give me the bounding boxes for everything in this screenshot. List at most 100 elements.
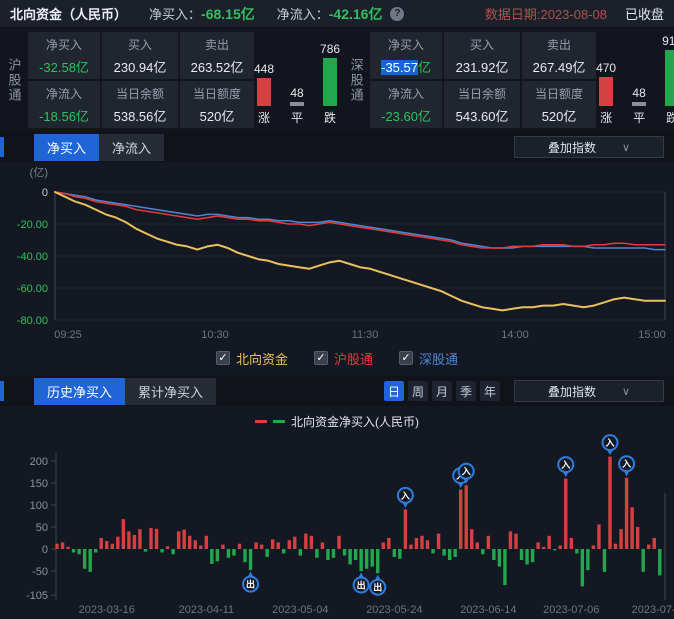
up-bar bbox=[257, 78, 271, 106]
shen-panel: 深股通 净买入 -35.57亿 买入 231.92亿 卖出 267.49亿 净流… bbox=[342, 28, 674, 132]
svg-text:150: 150 bbox=[30, 478, 48, 490]
shen-net-flow-cell: 净流入 -23.60亿 bbox=[370, 81, 442, 128]
cell-value: 538.56亿 bbox=[114, 106, 167, 125]
help-icon[interactable]: ? bbox=[390, 7, 404, 21]
bar-legend-label: 北向资金净买入(人民币) bbox=[291, 413, 419, 430]
overlay-index-select[interactable]: 叠加指数 ∨ bbox=[514, 136, 664, 158]
svg-text:200: 200 bbox=[30, 456, 48, 468]
up-label: 涨 bbox=[600, 109, 612, 126]
hu-quota-cell: 当日额度 520亿 bbox=[180, 81, 254, 128]
period-year[interactable]: 年 bbox=[480, 381, 500, 401]
series-legend: ✓ 北向资金 ✓ 沪股通 ✓ 深股通 bbox=[0, 344, 674, 372]
cell-value: -32.58亿 bbox=[39, 57, 89, 76]
shen-balance-cell: 当日余额 543.60亿 bbox=[444, 81, 520, 128]
svg-text:(亿): (亿) bbox=[30, 166, 48, 179]
svg-text:2023-07-06: 2023-07-06 bbox=[543, 604, 599, 616]
legend-label: 北向资金 bbox=[236, 349, 288, 368]
flat-count: 48 bbox=[290, 86, 303, 100]
down-column: 910 跌 bbox=[662, 34, 674, 126]
legend-shen[interactable]: ✓ 深股通 bbox=[399, 349, 458, 368]
flat-label: 平 bbox=[633, 109, 645, 126]
flat-label: 平 bbox=[291, 109, 303, 126]
legend-label: 深股通 bbox=[419, 349, 458, 368]
up-column: 470 涨 bbox=[596, 61, 616, 126]
overlay-index-select[interactable]: 叠加指数 ∨ bbox=[514, 380, 664, 402]
hu-grid: 净买入 -32.58亿 买入 230.94亿 卖出 263.52亿 净流入 -1… bbox=[28, 32, 254, 128]
down-bar bbox=[665, 50, 674, 106]
svg-text:入: 入 bbox=[560, 460, 570, 470]
tab-cumulative-net-buy[interactable]: 累计净买入 bbox=[125, 378, 216, 405]
svg-text:出: 出 bbox=[357, 580, 366, 591]
intraday-line-chart: (亿)0-20.00-40.00-60.00-80.0009:2510:3011… bbox=[0, 162, 674, 344]
hu-net-buy-cell: 净买入 -32.58亿 bbox=[28, 32, 100, 79]
svg-text:09:25: 09:25 bbox=[54, 329, 82, 341]
svg-text:2023-05-24: 2023-05-24 bbox=[366, 604, 422, 616]
tab-net-buy[interactable]: 净买入 bbox=[34, 134, 99, 161]
cell-label: 买入 bbox=[470, 36, 494, 53]
shen-net-buy-cell: 净买入 -35.57亿 bbox=[370, 32, 442, 79]
svg-text:入: 入 bbox=[604, 438, 614, 448]
svg-text:50: 50 bbox=[36, 522, 48, 534]
svg-text:2023-03-16: 2023-03-16 bbox=[79, 604, 135, 616]
checkbox-checked-icon[interactable]: ✓ bbox=[399, 351, 413, 365]
period-month[interactable]: 月 bbox=[432, 381, 452, 401]
cell-label: 当日额度 bbox=[535, 85, 583, 102]
tab-history-net-buy[interactable]: 历史净买入 bbox=[34, 378, 125, 405]
cell-value: 267.49亿 bbox=[533, 57, 586, 76]
cell-value: 231.92亿 bbox=[456, 57, 509, 76]
flat-column: 48 平 bbox=[290, 86, 304, 126]
hu-net-flow-cell: 净流入 -18.56亿 bbox=[28, 81, 100, 128]
svg-text:2023-06-14: 2023-06-14 bbox=[460, 604, 516, 616]
unit: 亿 bbox=[418, 60, 431, 75]
cell-label: 净买入 bbox=[46, 36, 82, 53]
svg-text:-50: -50 bbox=[32, 566, 48, 578]
svg-text:2023-05-04: 2023-05-04 bbox=[272, 604, 328, 616]
period-day[interactable]: 日 bbox=[384, 381, 404, 401]
chevron-down-icon: ∨ bbox=[622, 141, 630, 154]
net-flow-value: -42.16亿 bbox=[329, 4, 383, 24]
shen-grid: 净买入 -35.57亿 买入 231.92亿 卖出 267.49亿 净流入 -2… bbox=[370, 32, 596, 128]
history-tab-bar: 历史净买入 累计净买入 日 周 月 季 年 叠加指数 ∨ bbox=[0, 376, 674, 406]
checkbox-checked-icon[interactable]: ✓ bbox=[314, 351, 328, 365]
legend-hu[interactable]: ✓ 沪股通 bbox=[314, 349, 373, 368]
cell-label: 净流入 bbox=[46, 85, 82, 102]
svg-text:-40.00: -40.00 bbox=[17, 251, 48, 263]
cell-label: 卖出 bbox=[547, 36, 571, 53]
svg-text:14:00: 14:00 bbox=[501, 329, 529, 341]
svg-text:0: 0 bbox=[42, 544, 48, 556]
tab-net-flow[interactable]: 净流入 bbox=[99, 134, 164, 161]
net-buy-value: -68.15亿 bbox=[201, 4, 255, 24]
flat-count: 48 bbox=[632, 86, 645, 100]
legend-north[interactable]: ✓ 北向资金 bbox=[216, 349, 288, 368]
checkbox-checked-icon[interactable]: ✓ bbox=[216, 351, 230, 365]
cell-label: 当日余额 bbox=[458, 85, 506, 102]
period-week[interactable]: 周 bbox=[408, 381, 428, 401]
up-count: 448 bbox=[254, 62, 274, 76]
net-buy-label: 净买入： bbox=[149, 4, 201, 23]
shen-breadth-chart: 470 涨 48 平 910 跌 bbox=[596, 32, 674, 128]
up-count: 470 bbox=[596, 61, 616, 75]
hu-breadth-chart: 448 涨 48 平 786 跌 bbox=[254, 32, 340, 128]
hu-sell-cell: 卖出 263.52亿 bbox=[180, 32, 254, 79]
up-bar bbox=[599, 77, 613, 106]
cell-value: 263.52亿 bbox=[191, 57, 244, 76]
chevron-down-icon: ∨ bbox=[622, 385, 630, 398]
cell-label: 净买入 bbox=[388, 36, 424, 53]
svg-text:11:30: 11:30 bbox=[352, 329, 379, 341]
net-flow-label: 净流入： bbox=[277, 4, 329, 23]
market-status-badge: 已收盘 bbox=[625, 4, 664, 23]
shen-quota-cell: 当日额度 520亿 bbox=[522, 81, 596, 128]
svg-text:0: 0 bbox=[42, 187, 48, 199]
down-bar bbox=[323, 58, 337, 106]
svg-text:入: 入 bbox=[400, 491, 410, 501]
svg-text:入: 入 bbox=[461, 467, 471, 477]
summary-panels: 沪股通 净买入 -32.58亿 买入 230.94亿 卖出 263.52亿 净流… bbox=[0, 28, 674, 132]
hu-panel: 沪股通 净买入 -32.58亿 买入 230.94亿 卖出 263.52亿 净流… bbox=[0, 28, 342, 132]
cell-label: 净流入 bbox=[388, 85, 424, 102]
down-count: 910 bbox=[662, 34, 674, 48]
flat-bar bbox=[290, 102, 304, 106]
period-quarter[interactable]: 季 bbox=[456, 381, 476, 401]
daily-bar-chart: 200150100500-50-1052023-03-162023-04-112… bbox=[0, 408, 674, 619]
down-label: 跌 bbox=[324, 109, 336, 126]
svg-text:出: 出 bbox=[373, 582, 382, 593]
